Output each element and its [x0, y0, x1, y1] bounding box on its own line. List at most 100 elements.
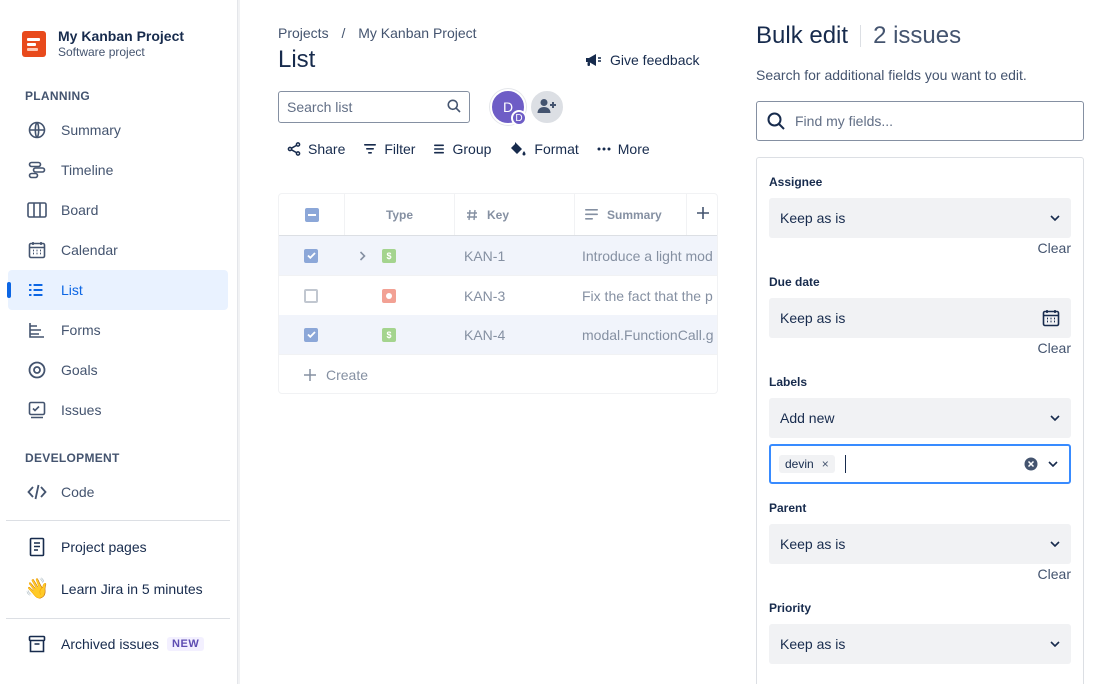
sidebar-item-list[interactable]: List [7, 270, 228, 310]
summary-column-header[interactable]: Summary [575, 194, 687, 235]
avatar[interactable]: D D [490, 89, 527, 126]
row-checkbox-cell [304, 236, 318, 275]
parent-value: Keep as is [780, 536, 846, 552]
globe-icon [27, 120, 47, 140]
priority-select[interactable]: Keep as is [769, 624, 1071, 664]
assignee-value: Keep as is [780, 210, 846, 226]
row-checkbox[interactable] [304, 288, 318, 303]
search-list-field[interactable] [278, 91, 470, 123]
select-all-checkbox[interactable] [304, 207, 319, 222]
due-date-label: Due date [769, 275, 820, 289]
chevron-down-icon [1050, 415, 1060, 421]
share-icon [287, 142, 301, 156]
create-issue-button[interactable]: Create [279, 355, 717, 393]
more-label: More [617, 141, 650, 157]
sidebar-item-label: Archived issues [61, 636, 160, 652]
labels-label: Labels [769, 375, 808, 389]
forms-icon [27, 320, 47, 340]
bulk-edit-heading: Bulk edit [756, 22, 849, 49]
more-button[interactable]: More [588, 137, 659, 161]
plus-icon [697, 207, 709, 222]
expand-chevron-icon[interactable] [359, 236, 366, 275]
key-column-header[interactable]: Key [455, 194, 575, 235]
issue-key[interactable]: KAN-3 [464, 276, 505, 315]
breadcrumb-current[interactable]: My Kanban Project [358, 25, 476, 41]
filter-button[interactable]: Filter [354, 137, 424, 161]
due-date-clear-link[interactable]: Clear [1038, 340, 1071, 356]
bug-icon [382, 276, 396, 315]
table-row[interactable]: KAN-3 Fix the fact that the p [279, 276, 717, 316]
assignee-select[interactable]: Keep as is [769, 198, 1071, 238]
sidebar-item-code[interactable]: Code [8, 472, 228, 512]
parent-label: Parent [769, 501, 807, 515]
summary-header-label: Summary [607, 207, 662, 222]
clear-circle-icon[interactable] [1024, 457, 1038, 471]
sidebar-item-learn-jira[interactable]: 👋 Learn Jira in 5 minutes [8, 569, 228, 609]
sidebar-item-timeline[interactable]: Timeline [8, 150, 228, 190]
issue-summary[interactable]: Fix the fact that the p [582, 276, 717, 315]
group-icon [433, 143, 445, 155]
chevron-down-icon[interactable] [1048, 461, 1058, 467]
issue-key[interactable]: KAN-1 [464, 236, 505, 275]
chevron-down-icon [1050, 541, 1060, 547]
label-tag: devin × [779, 455, 835, 473]
labels-input[interactable]: devin × [769, 444, 1071, 484]
add-column-button[interactable] [687, 194, 717, 235]
remove-tag-icon[interactable]: × [822, 457, 829, 471]
sidebar-item-calendar[interactable]: Calendar [8, 230, 228, 270]
sidebar-item-issues[interactable]: Issues [8, 390, 228, 430]
bulk-edit-title: Bulk edit 2 issues [756, 22, 961, 50]
project-header[interactable]: My Kanban Project Software project [22, 28, 184, 59]
share-button[interactable]: Share [278, 137, 354, 161]
breadcrumb-separator: / [341, 25, 346, 41]
code-icon [27, 482, 47, 502]
sidebar-divider [6, 520, 230, 521]
breadcrumb-projects[interactable]: Projects [278, 25, 329, 41]
row-checkbox-cell [304, 276, 318, 315]
assignee-clear-link[interactable]: Clear [1038, 240, 1071, 256]
waving-hand-icon: 👋 [24, 578, 50, 600]
project-type: Software project [58, 45, 145, 59]
create-label: Create [326, 366, 369, 383]
hash-icon [466, 209, 478, 221]
parent-select[interactable]: Keep as is [769, 524, 1071, 564]
format-button[interactable]: Format [500, 137, 587, 161]
group-button[interactable]: Group [424, 137, 500, 161]
issue-summary[interactable]: modal.FunctionCall.g [582, 315, 717, 354]
due-date-value: Keep as is [780, 310, 846, 326]
find-fields-field[interactable] [756, 101, 1084, 141]
issue-summary[interactable]: Introduce a light mod [582, 236, 717, 275]
chevron-down-icon [1050, 215, 1060, 221]
timeline-icon [27, 160, 47, 180]
label-tag-text: devin [785, 457, 814, 471]
new-badge: NEW [167, 637, 205, 651]
search-list-input[interactable] [287, 99, 447, 115]
sidebar-item-goals[interactable]: Goals [8, 350, 228, 390]
project-logo-icon [22, 30, 46, 57]
row-checkbox[interactable] [304, 248, 318, 263]
sidebar-item-board[interactable]: Board [8, 190, 228, 230]
table-row[interactable]: $ KAN-4 modal.FunctionCall.g [279, 315, 717, 355]
archive-icon [27, 634, 47, 654]
table-row[interactable]: $ KAN-1 Introduce a light mod [279, 236, 717, 276]
issue-key[interactable]: KAN-4 [464, 315, 505, 354]
labels-mode-select[interactable]: Add new [769, 398, 1071, 438]
sidebar-item-forms[interactable]: Forms [8, 310, 228, 350]
parent-clear-link[interactable]: Clear [1038, 566, 1071, 582]
table-header: Type Key Summary [279, 194, 717, 236]
row-checkbox[interactable] [304, 327, 318, 342]
filter-label: Filter [384, 141, 416, 157]
give-feedback-button[interactable]: Give feedback [585, 52, 700, 68]
sidebar-item-label: List [61, 282, 83, 298]
labels-mode-value: Add new [780, 410, 835, 426]
sidebar-item-archived-issues[interactable]: Archived issues NEW [8, 624, 228, 664]
more-dots-icon [597, 147, 611, 151]
calendar-icon[interactable] [1042, 309, 1060, 327]
sidebar-item-project-pages[interactable]: Project pages [8, 527, 228, 567]
find-fields-input[interactable] [795, 113, 1073, 129]
sidebar-item-label: Issues [61, 402, 102, 418]
sidebar-item-summary[interactable]: Summary [8, 110, 228, 150]
due-date-select[interactable]: Keep as is [769, 298, 1071, 338]
type-column-header[interactable]: Type [345, 194, 455, 235]
add-people-button[interactable] [529, 89, 565, 125]
